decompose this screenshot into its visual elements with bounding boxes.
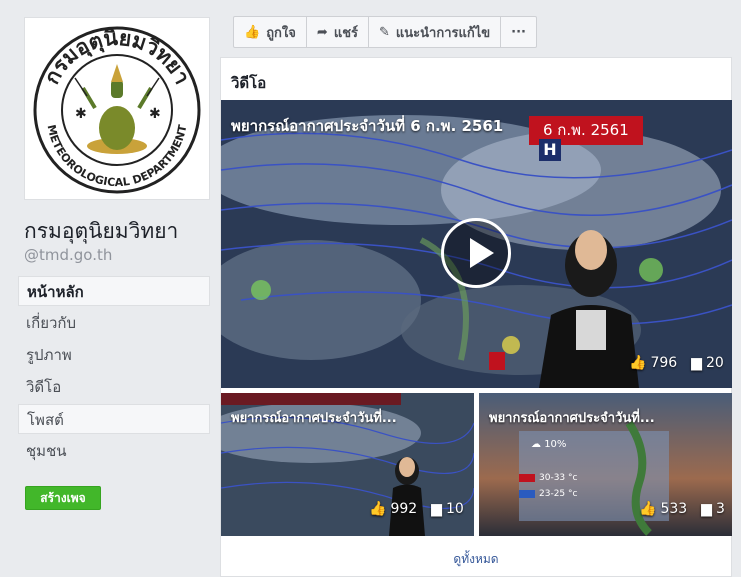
like-label: ถูกใจ — [266, 25, 296, 41]
high-pressure-marker: H — [539, 139, 561, 161]
video-stats-1: 👍 992 ▆ 10 — [369, 501, 468, 517]
featured-video-stats: 👍 796 ▆ 20 — [629, 355, 728, 371]
more-options-button[interactable]: ··· — [501, 17, 536, 47]
nav-item-community[interactable]: ชุมชน — [18, 436, 210, 466]
suggest-edit-button[interactable]: ✎ แนะนำการแก้ไข — [369, 17, 502, 47]
featured-video[interactable]: พยากรณ์อากาศประจำวันที่ 6 ก.พ. 2561 6 ก.… — [221, 100, 732, 388]
nav-item-home[interactable]: หน้าหลัก — [18, 276, 210, 306]
like-icon: 👍 — [629, 355, 647, 371]
nav-item-photos[interactable]: รูปภาพ — [18, 340, 210, 370]
video-comments-2: 3 — [715, 501, 725, 517]
featured-video-likes: 796 — [650, 355, 678, 371]
videos-section-title: วิดีโอ — [231, 74, 267, 92]
comment-icon: ▆ — [701, 501, 712, 517]
video-stats-2: 👍 533 ▆ 3 — [639, 501, 729, 517]
videos-card: วิดีโอ พยากรณ์อากาศประจำวันที่ 6 ก.พ. 25… — [220, 57, 732, 577]
nav-item-posts[interactable]: โพสต์ — [18, 404, 210, 434]
like-icon: 👍 — [639, 501, 657, 517]
nav-item-videos[interactable]: วิดีโอ — [18, 372, 210, 402]
suggest-edit-label: แนะนำการแก้ไข — [395, 25, 491, 41]
tmd-logo: กรมอุตุนิยมวิทยา METEOROLOGICAL DEPARTME… — [33, 26, 201, 194]
rain-chance: ☁ 10% — [531, 439, 566, 450]
temp-min: 23-25 °c — [539, 489, 578, 499]
play-icon[interactable] — [441, 218, 511, 288]
svg-text:✱: ✱ — [75, 106, 87, 122]
share-arrow-icon: ➦ — [316, 24, 328, 40]
video-likes-1: 992 — [390, 501, 418, 517]
comment-icon: ▆ — [691, 355, 702, 371]
video-comments-1: 10 — [445, 501, 464, 517]
cloud-rain-icon: ☁ — [531, 439, 541, 450]
video-likes-2: 533 — [660, 501, 688, 517]
share-label: แชร์ — [333, 25, 358, 41]
video-title-1: พยากรณ์อากาศประจำวันที่... — [231, 411, 397, 426]
page-handle: @tmd.go.th — [24, 246, 113, 264]
like-icon: 👍 — [369, 501, 387, 517]
featured-video-comments: 20 — [705, 355, 724, 371]
page-name[interactable]: กรมอุตุนิยมวิทยา — [24, 215, 178, 248]
nav-item-about[interactable]: เกี่ยวกับ — [18, 308, 210, 338]
pencil-icon: ✎ — [379, 24, 390, 40]
video-thumbnail-1[interactable]: พยากรณ์อากาศประจำวันที่... 👍 992 ▆ 10 — [221, 393, 474, 536]
svg-text:✱: ✱ — [149, 106, 161, 122]
share-button[interactable]: ➦ แชร์ — [307, 17, 369, 47]
rain-chance-value: 10% — [544, 439, 567, 450]
page-nav: หน้าหลัก เกี่ยวกับ รูปภาพ วิดีโอ โพสต์ ช… — [18, 276, 210, 468]
thumbs-up-icon: 👍 — [244, 24, 261, 40]
see-all-videos-link[interactable]: ดูทั้งหมด — [221, 550, 731, 569]
featured-video-title: พยากรณ์อากาศประจำวันที่ 6 ก.พ. 2561 — [231, 117, 504, 135]
video-title-2: พยากรณ์อากาศประจำวันที่... — [489, 411, 655, 426]
like-button[interactable]: 👍 ถูกใจ — [234, 17, 307, 47]
temp-max: 30-33 °c — [539, 473, 578, 483]
comment-icon: ▆ — [431, 501, 442, 517]
video-thumbnail-2[interactable]: พยากรณ์อากาศประจำวันที่... ☁ 10% 30-33 °… — [479, 393, 732, 536]
create-page-button[interactable]: สร้างเพจ — [25, 486, 101, 510]
page-profile-picture[interactable]: กรมอุตุนิยมวิทยา METEOROLOGICAL DEPARTME… — [24, 17, 210, 200]
page-action-bar: 👍 ถูกใจ ➦ แชร์ ✎ แนะนำการแก้ไข ··· — [233, 16, 537, 48]
